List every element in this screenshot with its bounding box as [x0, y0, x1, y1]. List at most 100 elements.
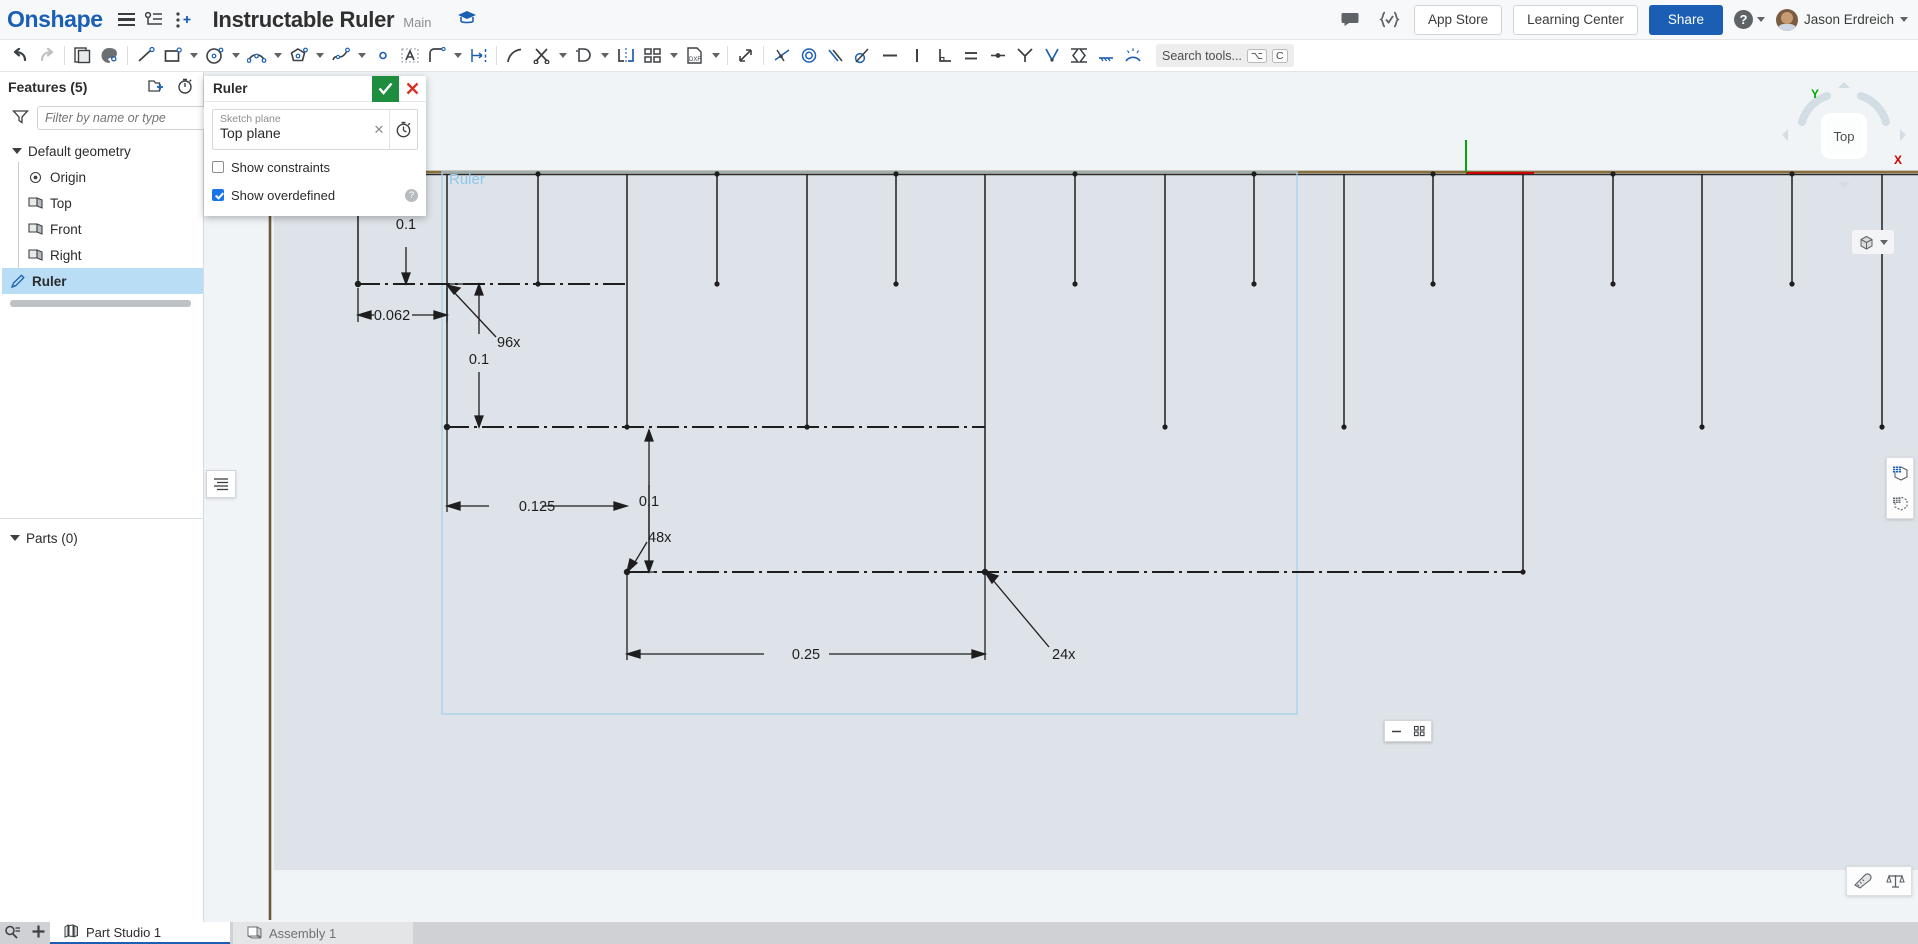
spline-icon[interactable] [327, 43, 354, 69]
share-button[interactable]: Share [1648, 4, 1723, 35]
show-overdefined-checkbox[interactable] [212, 189, 224, 201]
concentric-icon[interactable] [795, 43, 822, 69]
display-state-icon[interactable] [1887, 488, 1913, 518]
minus-icon[interactable] [1385, 721, 1408, 741]
version-graph-icon[interactable] [141, 6, 169, 34]
feature-tree-scrollbar[interactable] [10, 300, 191, 307]
search-tools-input[interactable]: Search tools... ⌥ C [1156, 44, 1294, 67]
sketch-canvas[interactable]: Ruler 0.1 0.062 96x 0.1 48x 0.125 0.1 0.… [204, 72, 1918, 922]
linear-pattern-icon[interactable] [639, 43, 666, 69]
sketch-fillet-icon[interactable] [423, 43, 450, 69]
search-shortcut-key-alt: ⌥ [1246, 48, 1268, 63]
clear-x-icon[interactable]: ✕ [369, 110, 389, 149]
add-version-icon[interactable] [169, 6, 197, 34]
app-store-button[interactable]: App Store [1414, 4, 1503, 35]
chevron-down-icon[interactable] [312, 43, 327, 69]
twisty-open-icon[interactable] [10, 144, 24, 158]
features-filter-input[interactable] [37, 106, 216, 130]
filter-icon[interactable] [12, 109, 29, 127]
chevron-down-icon[interactable] [666, 43, 681, 69]
add-tab-icon[interactable] [31, 924, 46, 942]
appearance-icon[interactable] [96, 43, 123, 69]
trim-icon[interactable] [528, 43, 555, 69]
onshape-logo[interactable]: Onshape [7, 6, 103, 33]
offset-icon[interactable] [570, 43, 597, 69]
chevron-down-icon[interactable] [270, 43, 285, 69]
display-mode-button[interactable] [1852, 230, 1894, 254]
midpoint-icon[interactable] [984, 43, 1011, 69]
rollback-timer-icon[interactable] [177, 78, 193, 97]
construction-icon[interactable] [1092, 43, 1119, 69]
copy-icon[interactable] [69, 43, 96, 69]
view-cube[interactable]: Top Y X [1780, 80, 1908, 190]
history-clock-icon[interactable] [389, 110, 417, 149]
tab-assembly-1[interactable]: Assembly 1 [233, 922, 413, 944]
trim-curve-icon[interactable] [501, 43, 528, 69]
accept-sketch-button[interactable] [372, 75, 399, 102]
symmetric-icon[interactable] [1011, 43, 1038, 69]
measure-icon[interactable] [1847, 867, 1879, 895]
graduation-cap-icon[interactable] [457, 9, 477, 31]
parallel-icon[interactable] [822, 43, 849, 69]
tangent-icon[interactable] [849, 43, 876, 69]
grid-icon[interactable] [1408, 721, 1431, 741]
tree-item-front-plane[interactable]: Front [2, 214, 203, 242]
chevron-down-icon[interactable] [597, 43, 612, 69]
chevron-down-icon[interactable] [555, 43, 570, 69]
horizontal-icon[interactable] [876, 43, 903, 69]
parts-header-row[interactable]: Parts (0) [0, 525, 204, 551]
line-icon[interactable] [132, 43, 159, 69]
mass-properties-icon[interactable] [1879, 867, 1911, 895]
vertical-icon[interactable] [903, 43, 930, 69]
transform-icon[interactable] [732, 43, 759, 69]
sketch-dialog-title: Ruler [213, 81, 248, 96]
arc-constraint-icon[interactable] [1119, 43, 1146, 69]
circle-icon[interactable] [201, 43, 228, 69]
chevron-down-icon[interactable] [708, 43, 723, 69]
perpendicular-icon[interactable] [930, 43, 957, 69]
graphics-viewport[interactable]: Ruler 0.1 0.062 96x 0.1 48x 0.125 0.1 0.… [204, 72, 1918, 922]
mirror-icon[interactable] [612, 43, 639, 69]
learning-center-label: Learning Center [1527, 12, 1624, 27]
twisty-open-icon[interactable] [8, 531, 22, 545]
help-menu[interactable]: ? [1733, 10, 1765, 29]
cancel-sketch-button[interactable] [399, 76, 426, 102]
polygon-icon[interactable] [285, 43, 312, 69]
chevron-down-icon[interactable] [186, 43, 201, 69]
tree-item-right-plane[interactable]: Right [2, 240, 203, 268]
equal-icon[interactable] [957, 43, 984, 69]
chevron-down-icon[interactable] [228, 43, 243, 69]
learning-center-button[interactable]: Learning Center [1513, 4, 1638, 35]
sketch-panel-toggle-button[interactable] [206, 470, 236, 498]
question-icon[interactable]: ? [405, 188, 418, 202]
arc-icon[interactable] [243, 43, 270, 69]
text-icon[interactable] [396, 43, 423, 69]
new-folder-icon[interactable] [148, 78, 165, 96]
tab-part-studio-1[interactable]: Part Studio 1 [50, 922, 230, 944]
rectangle-icon[interactable] [159, 43, 186, 69]
curvature-icon[interactable] [1038, 43, 1065, 69]
tree-item-origin[interactable]: Origin [2, 162, 203, 190]
dimension-icon[interactable] [465, 43, 492, 69]
user-menu[interactable]: Jason Erdreich [1775, 8, 1908, 31]
point-icon[interactable] [369, 43, 396, 69]
show-constraints-checkbox[interactable] [212, 161, 224, 173]
chevron-down-icon[interactable] [354, 43, 369, 69]
show-overdefined-row[interactable]: Show overdefined ? [212, 184, 418, 206]
sum-constraint-icon[interactable] [1065, 43, 1092, 69]
undo-icon[interactable] [6, 43, 33, 69]
tree-item-top-plane[interactable]: Top [2, 188, 203, 216]
featurescript-icon[interactable] [1375, 6, 1403, 34]
section-view-icon[interactable] [1887, 458, 1913, 488]
show-constraints-row[interactable]: Show constraints [212, 156, 418, 178]
hamburger-menu-icon[interactable] [113, 6, 141, 34]
chevron-down-icon[interactable] [450, 43, 465, 69]
coincident-icon[interactable] [768, 43, 795, 69]
dxf-import-icon[interactable]: DXF [681, 43, 708, 69]
redo-icon[interactable] [33, 43, 60, 69]
sketch-plane-field[interactable]: Sketch plane Top plane ✕ [212, 109, 418, 150]
comment-icon[interactable] [1336, 6, 1364, 34]
tree-item-ruler-sketch[interactable]: Ruler [2, 268, 203, 294]
tree-item-default-geometry[interactable]: Default geometry [2, 138, 203, 164]
tab-search-icon[interactable] [4, 925, 21, 942]
